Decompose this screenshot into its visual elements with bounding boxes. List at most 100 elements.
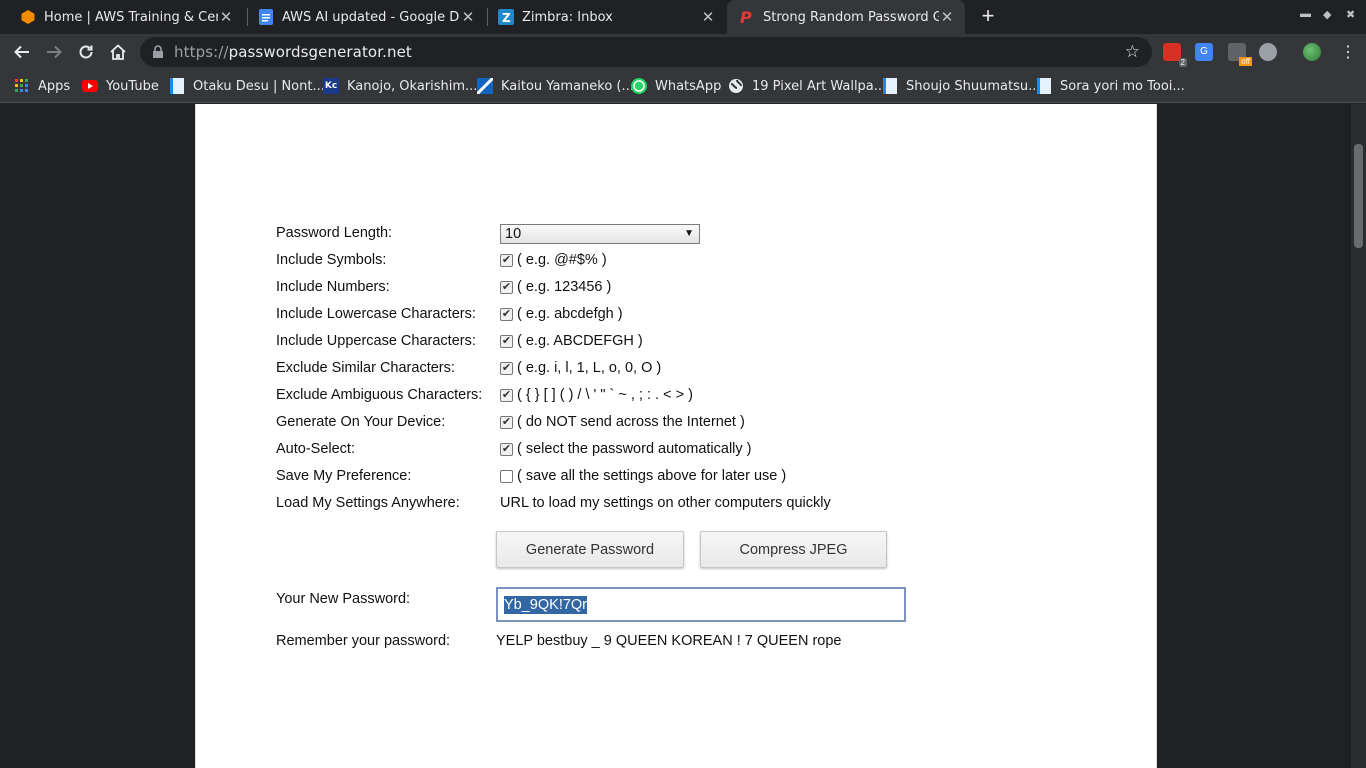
- exclude-ambiguous-option: ✔ ( { } [ ] ( ) / \ ' " ` ~ , ; : . < > …: [500, 387, 693, 403]
- generate-on-device-checkbox[interactable]: ✔: [500, 415, 513, 429]
- apps-grid-icon: [14, 78, 30, 94]
- exclude-ambiguous-checkbox[interactable]: ✔: [500, 388, 513, 402]
- bookmark-youtube[interactable]: YouTube: [82, 76, 159, 96]
- stripe-icon: [477, 78, 493, 94]
- avatar[interactable]: [1303, 43, 1321, 61]
- reload-button[interactable]: [74, 40, 98, 64]
- bookmark-pixel-art[interactable]: 19 Pixel Art Wallpa...: [728, 76, 886, 96]
- bookmark-shoujo[interactable]: Shoujo Shuumatsu...: [882, 76, 1041, 96]
- bookmark-label: Sora yori mo Tooi...: [1060, 78, 1185, 94]
- bookmark-label: Shoujo Shuumatsu...: [906, 78, 1041, 94]
- youtube-icon: [82, 78, 98, 94]
- password-length-label: Password Length:: [276, 225, 393, 241]
- include-lowercase-label: Include Lowercase Characters:: [276, 306, 476, 322]
- bookmark-apps[interactable]: Apps: [14, 76, 70, 96]
- include-lowercase-option: ✔ ( e.g. abcdefgh ): [500, 306, 623, 322]
- remember-password-phrase: YELP bestbuy _ 9 QUEEN KOREAN ! 7 QUEEN …: [496, 633, 842, 649]
- home-button[interactable]: [106, 40, 130, 64]
- exclude-ambiguous-label: Exclude Ambiguous Characters:: [276, 387, 483, 403]
- exclude-similar-label: Exclude Similar Characters:: [276, 360, 455, 376]
- google-docs-icon: [258, 9, 274, 25]
- option-description: ( e.g. abcdefgh ): [517, 306, 623, 322]
- include-symbols-label: Include Symbols:: [276, 252, 387, 268]
- svg-text:P: P: [740, 9, 752, 25]
- url-text: https://passwordsgenerator.net: [174, 43, 412, 61]
- option-description: ( save all the settings above for later …: [517, 468, 787, 484]
- generate-password-button[interactable]: Generate Password: [496, 531, 684, 568]
- bookmark-label: Kanojo, Okarishim...: [347, 78, 478, 94]
- arrow-right-icon: [47, 45, 62, 59]
- password-length-select[interactable]: 10 ▼: [500, 224, 700, 244]
- chevron-down-icon: ▼: [684, 228, 694, 239]
- tab-title: Zimbra: Inbox: [522, 9, 613, 25]
- include-numbers-label: Include Numbers:: [276, 279, 390, 295]
- page-icon: [1036, 78, 1052, 94]
- bookmark-sora-yori[interactable]: Sora yori mo Tooi...: [1036, 76, 1185, 96]
- lock-icon: [153, 45, 163, 58]
- bookmark-otaku-desu[interactable]: Otaku Desu | Nont...: [169, 76, 325, 96]
- extension-off-icon[interactable]: off: [1228, 43, 1252, 66]
- bookmark-label: 19 Pixel Art Wallpa...: [752, 78, 887, 94]
- tab-password-generator[interactable]: P Strong Random Password Gene ✕: [727, 0, 965, 34]
- save-preference-label: Save My Preference:: [276, 468, 412, 484]
- auto-select-option: ✔ ( select the password automatically ): [500, 441, 752, 457]
- compress-jpeg-button[interactable]: Compress JPEG: [700, 531, 887, 568]
- option-description: ( e.g. @#$% ): [517, 252, 607, 268]
- extension-red-icon[interactable]: 2: [1163, 43, 1187, 67]
- tab-title: Home | AWS Training & Certific: [44, 9, 218, 25]
- page-viewport: Password Length: 10 ▼ Include Symbols: ✔…: [0, 104, 1366, 768]
- auto-select-checkbox[interactable]: ✔: [500, 442, 513, 456]
- address-bar[interactable]: https://passwordsgenerator.net ☆: [140, 37, 1152, 67]
- exclude-similar-checkbox[interactable]: ✔: [500, 361, 513, 375]
- generate-on-device-option: ✔ ( do NOT send across the Internet ): [500, 414, 745, 430]
- tab-google-docs[interactable]: AWS AI updated - Google Docs ✕: [246, 0, 486, 34]
- bookmark-kaitou-yamaneko[interactable]: Kaitou Yamaneko (...: [477, 76, 634, 96]
- menu-dots-icon[interactable]: ⋮: [1340, 42, 1356, 62]
- bookmark-label: YouTube: [106, 78, 159, 94]
- include-uppercase-checkbox[interactable]: ✔: [500, 334, 513, 348]
- generator-panel: Password Length: 10 ▼ Include Symbols: ✔…: [195, 104, 1157, 768]
- home-icon: [110, 44, 126, 60]
- restore-icon[interactable]: ◆: [1323, 8, 1331, 21]
- close-window-icon[interactable]: ✖: [1346, 8, 1355, 21]
- bookmark-label: Otaku Desu | Nont...: [193, 78, 325, 94]
- option-description: ( do NOT send across the Internet ): [517, 414, 745, 430]
- forward-button[interactable]: [42, 40, 66, 64]
- whatsapp-icon: [631, 78, 647, 94]
- scrollbar-thumb[interactable]: [1354, 144, 1363, 248]
- p-logo-icon: P: [739, 9, 755, 25]
- back-button[interactable]: [10, 40, 34, 64]
- close-icon[interactable]: ✕: [218, 8, 234, 26]
- reload-icon: [79, 45, 93, 59]
- bookmark-label: WhatsApp: [655, 78, 722, 94]
- bookmark-kanojo[interactable]: Kc Kanojo, Okarishim...: [323, 76, 477, 96]
- include-numbers-checkbox[interactable]: ✔: [500, 280, 513, 294]
- bookmarks-bar: Apps YouTube Otaku Desu | Nont... Kc Kan…: [0, 70, 1366, 103]
- tab-strip: Home | AWS Training & Certific ✕ AWS AI …: [0, 0, 1366, 34]
- page-scrollbar[interactable]: [1351, 104, 1366, 768]
- minimize-icon[interactable]: ▬: [1300, 8, 1311, 20]
- tab-zimbra[interactable]: Z Zimbra: Inbox ✕: [486, 0, 726, 34]
- tab-aws-training[interactable]: Home | AWS Training & Certific ✕: [8, 0, 244, 34]
- google-translate-icon[interactable]: G: [1195, 43, 1213, 61]
- save-preference-checkbox[interactable]: [500, 469, 513, 483]
- include-symbols-option: ✔ ( e.g. @#$% ): [500, 252, 607, 268]
- option-description: ( e.g. i, l, 1, L, o, 0, O ): [517, 360, 662, 376]
- new-password-field[interactable]: Yb_9QK!7Qr: [496, 587, 906, 622]
- load-settings-link[interactable]: URL to load my settings on other compute…: [500, 495, 831, 511]
- include-symbols-checkbox[interactable]: ✔: [500, 253, 513, 267]
- include-lowercase-checkbox[interactable]: ✔: [500, 307, 513, 321]
- kc-icon: Kc: [323, 78, 339, 94]
- new-tab-button[interactable]: +: [977, 5, 999, 27]
- option-description: ( { } [ ] ( ) / \ ' " ` ~ , ; : . < > ): [517, 387, 693, 403]
- save-preference-option: ( save all the settings above for later …: [500, 468, 786, 484]
- bookmark-label: Apps: [38, 78, 71, 94]
- close-icon[interactable]: ✕: [460, 8, 476, 26]
- arrow-left-icon: [14, 45, 29, 59]
- close-icon[interactable]: ✕: [939, 8, 955, 26]
- close-icon[interactable]: ✕: [700, 8, 716, 26]
- password-length-value: 10: [505, 226, 522, 242]
- bookmark-whatsapp[interactable]: WhatsApp: [631, 76, 721, 96]
- download-extension-icon[interactable]: [1259, 43, 1277, 61]
- bookmark-star-icon[interactable]: ☆: [1125, 42, 1140, 62]
